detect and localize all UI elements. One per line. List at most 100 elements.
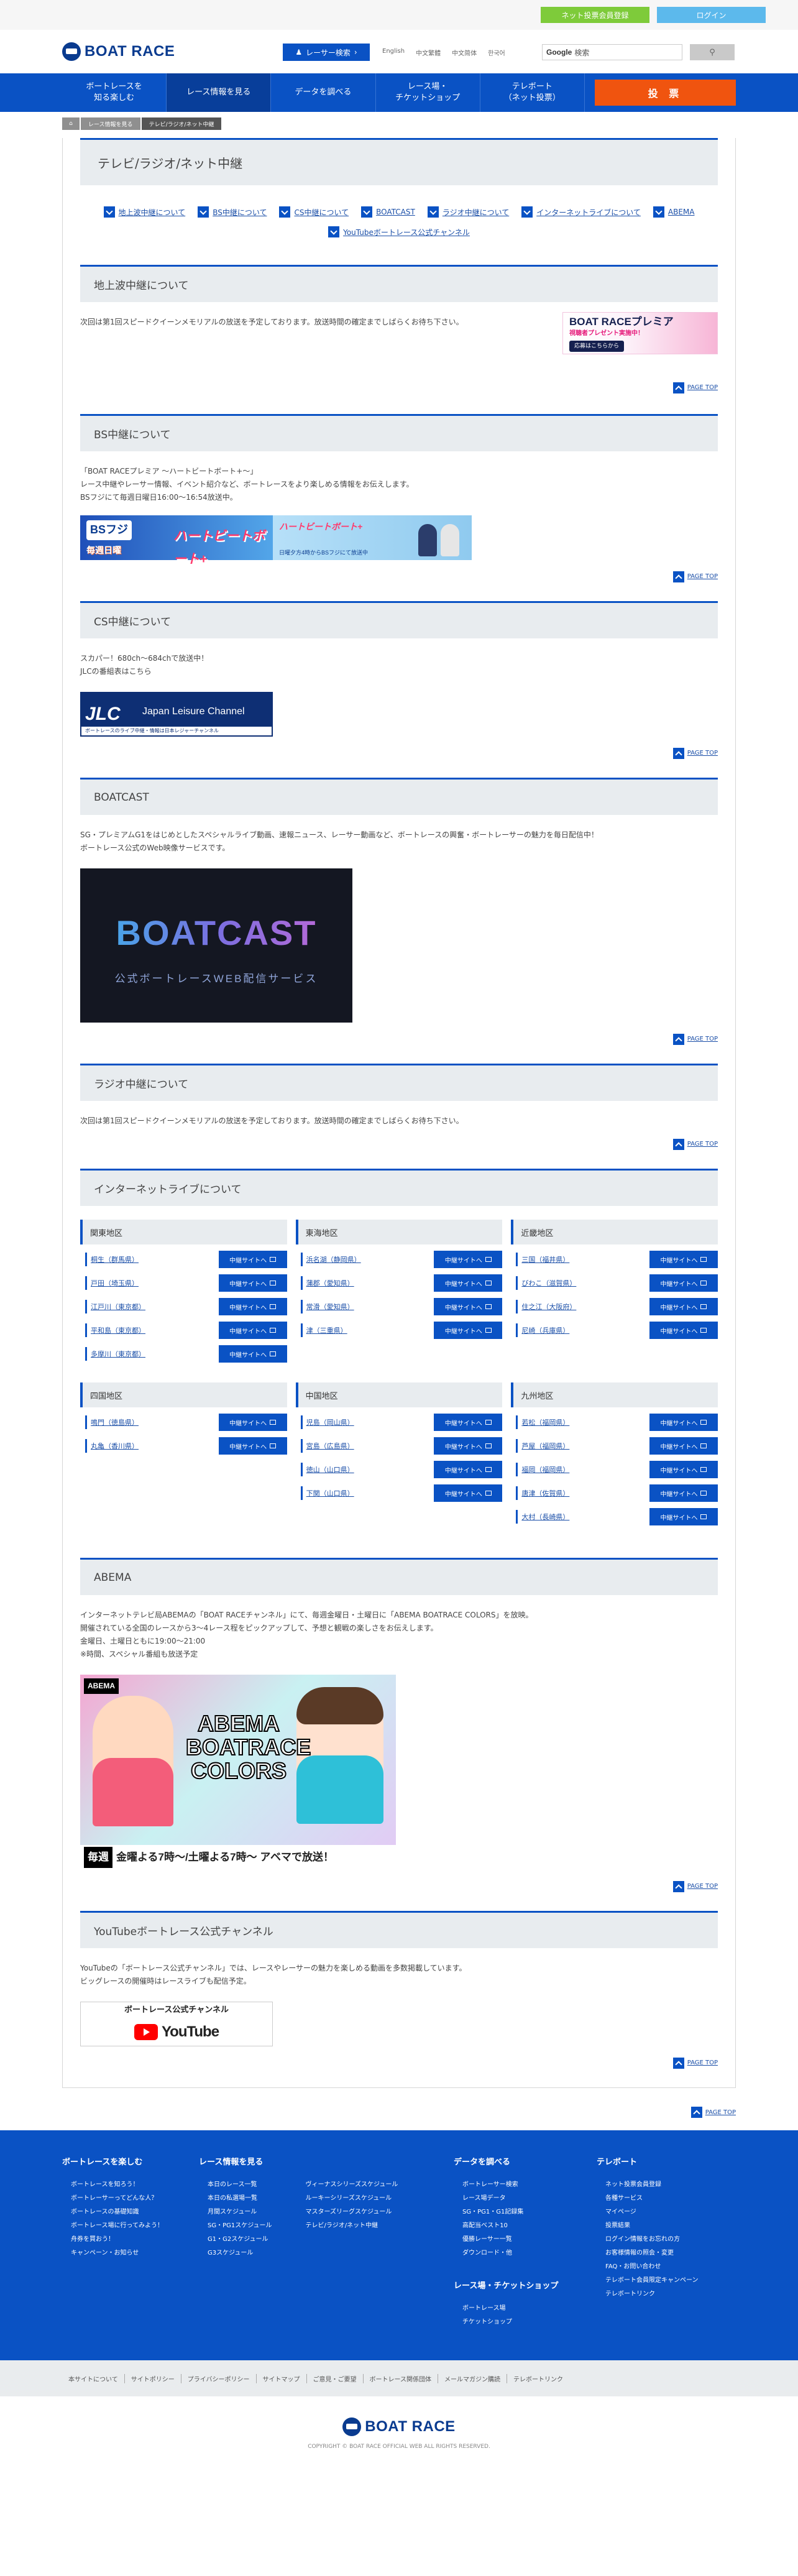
footer-link[interactable]: ボートレースの基礎知識 bbox=[71, 2206, 199, 2219]
stadium-link[interactable]: 児島（岡山県） bbox=[300, 1415, 354, 1429]
anchor-boatcast[interactable]: BOATCAST bbox=[361, 206, 415, 218]
nav-enjoy[interactable]: ボートレースを 知る楽しむ bbox=[62, 73, 167, 112]
footer-link[interactable]: 月間スケジュール bbox=[208, 2206, 272, 2219]
live-site-button[interactable]: 中継サイトへ bbox=[218, 1414, 287, 1431]
footer-link[interactable]: FAQ・お問い合わせ bbox=[605, 2260, 733, 2274]
footer-link[interactable]: SG・PG1・G1記録集 bbox=[462, 2206, 597, 2219]
live-site-button[interactable]: 中継サイトへ bbox=[218, 1274, 287, 1292]
footer-link[interactable]: ルーキーシリーズスケジュール bbox=[306, 2192, 398, 2206]
footer-link[interactable]: ボートレースを知ろう！ bbox=[71, 2178, 199, 2192]
stadium-link[interactable]: 津（三重県） bbox=[300, 1323, 347, 1337]
site-logo[interactable]: BOAT RACE bbox=[62, 42, 175, 61]
search-input[interactable]: Google 検索 bbox=[542, 44, 682, 60]
footer-link[interactable]: 舟券を買おう！ bbox=[71, 2233, 199, 2247]
live-site-button[interactable]: 中継サイトへ bbox=[218, 1251, 287, 1268]
stadium-link[interactable]: 唐津（佐賀県） bbox=[516, 1486, 569, 1500]
footer-link[interactable]: 優勝レーサー一覧 bbox=[462, 2233, 597, 2247]
stadium-link[interactable]: 下関（山口県） bbox=[300, 1486, 354, 1500]
lang-ko[interactable]: 한국어 bbox=[488, 48, 505, 57]
anchor-cs[interactable]: CS中継について bbox=[279, 206, 349, 218]
footer-link[interactable]: ダウンロード・他 bbox=[462, 2247, 597, 2260]
racer-search-button[interactable]: ♟ レーサー検索 › bbox=[283, 44, 370, 61]
stadium-link[interactable]: 浜名湖（静岡県） bbox=[300, 1253, 361, 1266]
sub-footer-link[interactable]: サイトマップ bbox=[255, 2373, 306, 2383]
page-top-link[interactable]: PAGE TOP bbox=[80, 382, 718, 393]
nav-data[interactable]: データを調べる bbox=[271, 73, 376, 112]
live-site-button[interactable]: 中継サイトへ bbox=[434, 1461, 503, 1478]
footer-link[interactable]: お客様情報の照会・変更 bbox=[605, 2247, 733, 2260]
live-site-button[interactable]: 中継サイトへ bbox=[649, 1251, 718, 1268]
nav-race-info[interactable]: レース情報を見る bbox=[167, 73, 272, 112]
stadium-link[interactable]: 福岡（福岡県） bbox=[516, 1463, 569, 1476]
anchor-radio[interactable]: ラジオ中継について bbox=[427, 206, 509, 218]
live-site-button[interactable]: 中継サイトへ bbox=[218, 1322, 287, 1339]
anchor-internet[interactable]: インターネットライブについて bbox=[521, 206, 641, 218]
live-site-button[interactable]: 中継サイトへ bbox=[649, 1414, 718, 1431]
footer-link[interactable]: テレボートリンク bbox=[605, 2288, 733, 2301]
anchor-abema[interactable]: ABEMA bbox=[653, 206, 694, 218]
footer-link[interactable]: 各種サービス bbox=[605, 2192, 733, 2206]
stadium-link[interactable]: 平和島（東京都） bbox=[85, 1323, 145, 1337]
stadium-link[interactable]: 若松（福岡県） bbox=[516, 1415, 569, 1429]
sub-footer-link[interactable]: ボートレース関係団体 bbox=[362, 2373, 438, 2383]
login-button[interactable]: ログイン bbox=[657, 7, 766, 23]
stadium-link[interactable]: 桐生（群馬県） bbox=[85, 1253, 139, 1266]
footer-link[interactable]: ボートレーサーってどんな人？ bbox=[71, 2192, 199, 2206]
lang-english[interactable]: English bbox=[382, 48, 405, 57]
footer-link[interactable]: ボートレース場に行ってみよう！ bbox=[71, 2219, 199, 2233]
footer-link[interactable]: ボートレーサー検索 bbox=[462, 2178, 597, 2192]
live-site-button[interactable]: 中継サイトへ bbox=[649, 1508, 718, 1525]
page-top-link[interactable]: PAGE TOP bbox=[80, 571, 718, 582]
nav-stadium[interactable]: レース場・ チケットショップ bbox=[376, 73, 480, 112]
live-site-button[interactable]: 中継サイトへ bbox=[434, 1437, 503, 1455]
live-site-button[interactable]: 中継サイトへ bbox=[649, 1437, 718, 1455]
footer-link[interactable]: SG・PG1スケジュール bbox=[208, 2219, 272, 2233]
sub-footer-link[interactable]: サイトポリシー bbox=[124, 2373, 181, 2383]
lang-zh-tw[interactable]: 中文繁體 bbox=[416, 48, 441, 57]
breadcrumb-race-info[interactable]: レース情報を見る bbox=[81, 117, 140, 130]
footer-logo[interactable]: BOAT RACE bbox=[342, 2417, 455, 2436]
live-site-button[interactable]: 中継サイトへ bbox=[434, 1484, 503, 1502]
boatcast-banner[interactable]: BOATCAST 公式ボートレースWEB配信サービス bbox=[80, 868, 352, 1023]
jlc-banner[interactable]: JLC Japan Leisure Channel ボートレースのライブ中継・情… bbox=[80, 692, 273, 737]
stadium-link[interactable]: 大村（長崎県） bbox=[516, 1510, 569, 1524]
footer-link[interactable]: マスターズリーグスケジュール bbox=[306, 2206, 398, 2219]
live-site-button[interactable]: 中継サイトへ bbox=[649, 1484, 718, 1502]
footer-link[interactable]: チケットショップ bbox=[462, 2316, 597, 2329]
footer-link[interactable]: 投票結果 bbox=[605, 2219, 733, 2233]
page-top-link[interactable]: PAGE TOP bbox=[80, 1881, 718, 1892]
footer-link[interactable]: ヴィーナスシリーズスケジュール bbox=[306, 2178, 398, 2192]
sub-footer-link[interactable]: プライバシーポリシー bbox=[180, 2373, 256, 2383]
footer-link[interactable]: レース場データ bbox=[462, 2192, 597, 2206]
bet-button[interactable]: 投 票 bbox=[594, 80, 736, 106]
sub-footer-link[interactable]: テレボートリンク bbox=[507, 2373, 569, 2383]
stadium-link[interactable]: 宮島（広島県） bbox=[300, 1439, 354, 1453]
live-site-button[interactable]: 中継サイトへ bbox=[434, 1274, 503, 1292]
live-site-button[interactable]: 中継サイトへ bbox=[434, 1322, 503, 1339]
footer-link[interactable]: G3スケジュール bbox=[208, 2247, 272, 2260]
sub-footer-link[interactable]: 本サイトについて bbox=[62, 2374, 124, 2383]
stadium-link[interactable]: 蒲郡（愛知県） bbox=[300, 1276, 354, 1290]
live-site-button[interactable]: 中継サイトへ bbox=[649, 1322, 718, 1339]
stadium-link[interactable]: 丸亀（香川県） bbox=[85, 1439, 139, 1453]
stadium-link[interactable]: 三国（福井県） bbox=[516, 1253, 569, 1266]
page-top-link[interactable]: PAGE TOP bbox=[80, 1034, 718, 1045]
live-site-button[interactable]: 中継サイトへ bbox=[218, 1437, 287, 1455]
page-top-link[interactable]: PAGE TOP bbox=[0, 2088, 798, 2130]
footer-link[interactable]: ログイン情報をお忘れの方 bbox=[605, 2233, 733, 2247]
stadium-link[interactable]: 住之江（大阪府） bbox=[516, 1300, 576, 1313]
stadium-link[interactable]: 常滑（愛知県） bbox=[300, 1300, 354, 1313]
live-site-button[interactable]: 中継サイトへ bbox=[434, 1298, 503, 1315]
footer-link[interactable]: キャンペーン・お知らせ bbox=[71, 2247, 199, 2260]
stadium-link[interactable]: 多摩川（東京都） bbox=[85, 1347, 145, 1361]
page-top-link[interactable]: PAGE TOP bbox=[80, 1139, 718, 1150]
footer-link[interactable]: 高配当ベスト10 bbox=[462, 2219, 597, 2233]
live-site-button[interactable]: 中継サイトへ bbox=[218, 1298, 287, 1315]
footer-link[interactable]: テレビ/ラジオ/ネット中継 bbox=[306, 2219, 398, 2233]
anchor-bs[interactable]: BS中継について bbox=[198, 206, 267, 218]
live-site-button[interactable]: 中継サイトへ bbox=[218, 1345, 287, 1363]
sub-footer-link[interactable]: メールマガジン購読 bbox=[438, 2373, 507, 2383]
live-site-button[interactable]: 中継サイトへ bbox=[649, 1461, 718, 1478]
page-top-link[interactable]: PAGE TOP bbox=[80, 2058, 718, 2069]
stadium-link[interactable]: びわこ（滋賀県） bbox=[516, 1276, 576, 1290]
